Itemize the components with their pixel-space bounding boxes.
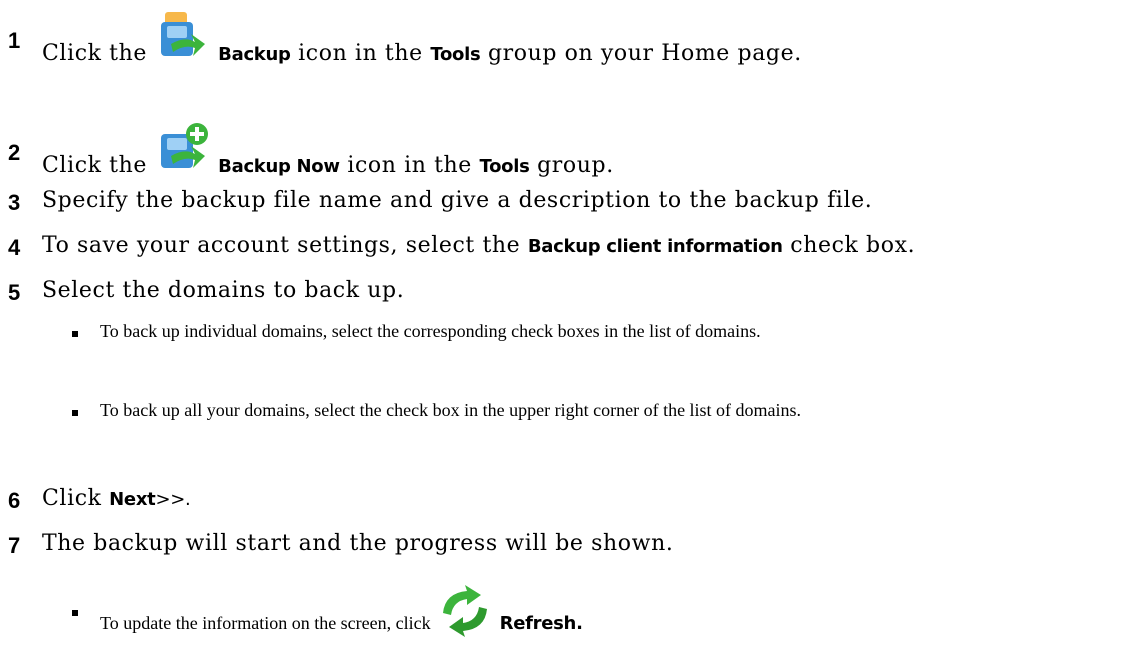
step-number: 5 (8, 280, 21, 305)
bullet-marker (72, 410, 78, 416)
step-text-mid: icon in the (347, 153, 472, 178)
step-number: 3 (8, 190, 21, 215)
step-text: Select the domains to back up. (42, 278, 405, 303)
ui-label-backup-client-information: Backup client information (527, 236, 783, 257)
bullet-marker (72, 331, 78, 337)
bullet-marker (72, 610, 78, 616)
bullet-text-post: . (576, 613, 583, 635)
list-item: To back up individual domains, select th… (100, 321, 761, 341)
step-text-post: group. (537, 153, 614, 178)
ui-label-refresh: Refresh (499, 613, 577, 635)
step-text-pre: To save your account settings, select th… (42, 233, 521, 258)
step-text-pre: Click the (42, 153, 147, 178)
ui-label-tools: Tools (430, 44, 481, 65)
step-text-pre: Click (42, 486, 102, 511)
ui-label-tools: Tools (479, 156, 530, 177)
backup-now-icon (155, 122, 211, 178)
refresh-icon (435, 583, 495, 639)
step-text: Specify the backup file name and give a … (42, 188, 873, 213)
step-number: 6 (8, 488, 21, 513)
ui-label-backup: Backup (218, 44, 291, 65)
step-number: 4 (8, 235, 21, 260)
step-number: 2 (8, 140, 21, 165)
step-text-mid: icon in the (298, 41, 423, 66)
backup-icon (155, 10, 211, 66)
step-text-post: check box. (790, 233, 916, 258)
step-number: 1 (8, 28, 21, 53)
step-number: 7 (8, 533, 21, 558)
list-item: To update the information on the screen,… (100, 585, 583, 653)
list-item: To back up all your domains, select the … (100, 400, 802, 420)
step-text-pre: Click the (42, 41, 147, 66)
step-text-post: >>. (155, 489, 191, 510)
step-text: The backup will start and the progress w… (42, 531, 674, 556)
ui-label-backup-now: Backup Now (218, 156, 340, 177)
ui-label-next: Next (109, 489, 156, 510)
bullet-text-pre: To update the information on the screen,… (100, 613, 431, 634)
step-text-post: group on your Home page. (487, 41, 802, 66)
